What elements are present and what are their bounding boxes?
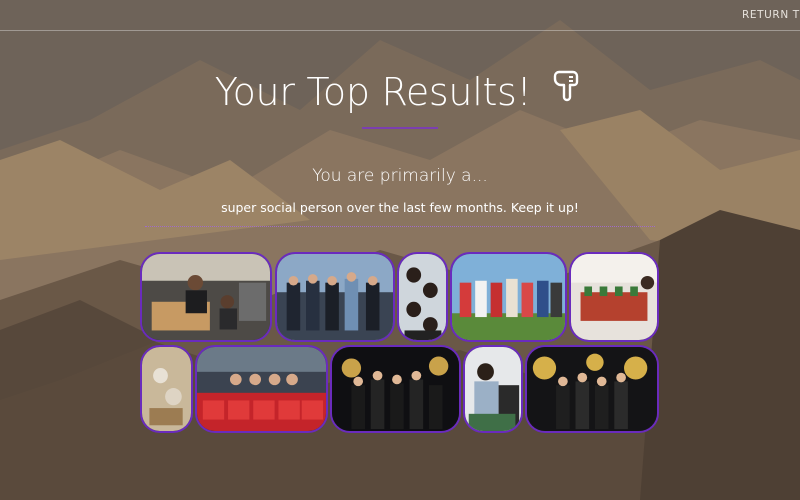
photo-tile[interactable] (450, 252, 567, 342)
primary-type-label: You are primarily a... (312, 166, 488, 186)
pointing-hand-down-icon (549, 68, 585, 113)
photo-tile[interactable] (275, 252, 395, 342)
photo-tile[interactable] (140, 252, 272, 342)
photo-tile[interactable] (140, 345, 193, 433)
result-description: super social person over the last few mo… (221, 200, 579, 215)
page-title-text: Your Top Results! (214, 70, 532, 114)
results-section: Your Top Results! You are primarily a...… (0, 0, 800, 500)
photo-tile[interactable] (330, 345, 461, 433)
photo-tile[interactable] (397, 252, 448, 342)
photo-tile[interactable] (569, 252, 659, 342)
photo-tile[interactable] (195, 345, 328, 433)
dotted-divider (145, 226, 655, 227)
photo-tile[interactable] (525, 345, 659, 433)
photo-tile[interactable] (463, 345, 523, 433)
page-title: Your Top Results! (0, 70, 800, 114)
title-underline (362, 127, 438, 129)
